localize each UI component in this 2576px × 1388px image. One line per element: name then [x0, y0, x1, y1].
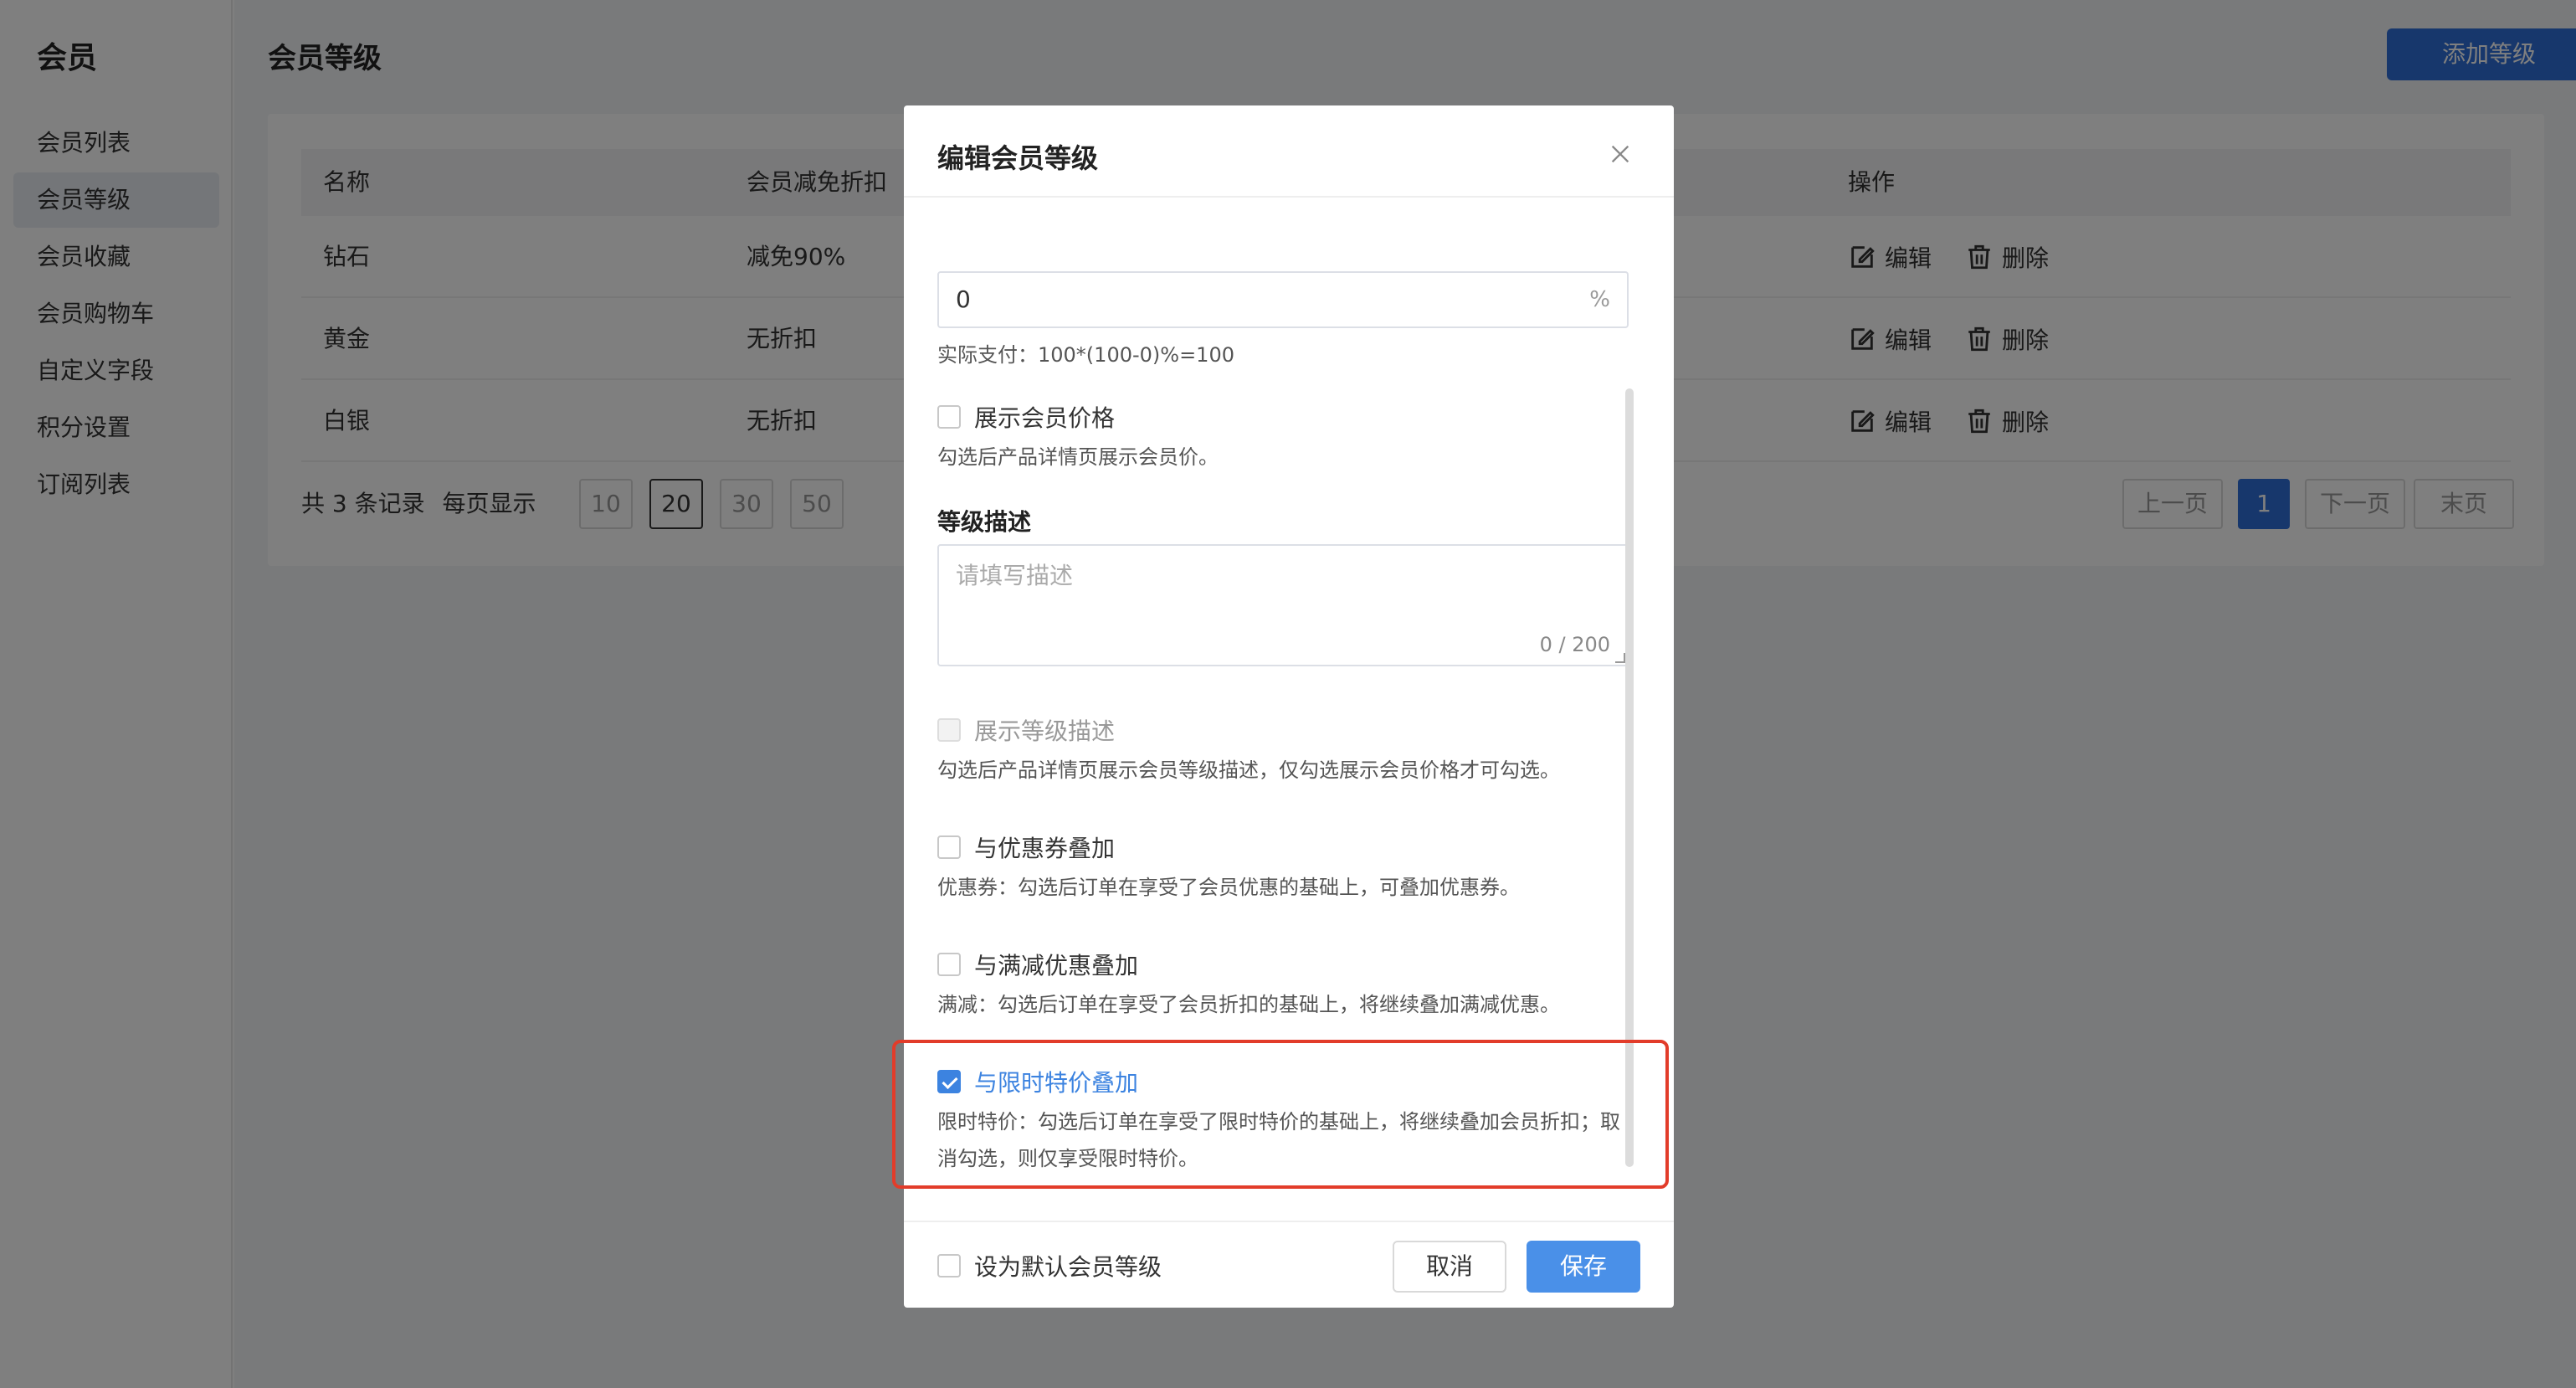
- description-section-title: 等级描述: [937, 508, 1032, 536]
- full-reduction-stack-hint: 满减：勾选后订单在享受了会员折扣的基础上，将继续叠加满减优惠。: [937, 993, 1560, 1016]
- actual-payment-hint: 实际支付：100*(100-0)%=100: [937, 343, 1234, 367]
- show-description-hint: 勾选后产品详情页展示会员等级描述，仅勾选展示会员价格才可勾选。: [937, 758, 1560, 782]
- show-description-checkbox[interactable]: [937, 718, 961, 742]
- show-description-label: 展示等级描述: [974, 717, 1116, 745]
- discount-input-value: 0: [956, 285, 971, 313]
- coupon-stack-option[interactable]: 与优惠券叠加: [937, 830, 1115, 864]
- dialog-header: 编辑会员等级: [904, 105, 1674, 198]
- show-member-price-option[interactable]: 展示会员价格: [937, 400, 1115, 434]
- coupon-stack-hint: 优惠券：勾选后订单在享受了会员优惠的基础上，可叠加优惠券。: [937, 876, 1520, 899]
- show-member-price-checkbox[interactable]: [937, 405, 961, 429]
- show-description-option[interactable]: 展示等级描述: [937, 713, 1115, 747]
- description-placeholder: 请填写描述: [956, 562, 1074, 589]
- coupon-stack-checkbox[interactable]: [937, 835, 961, 859]
- description-textarea[interactable]: 请填写描述 0 / 200: [937, 544, 1629, 666]
- coupon-stack-label: 与优惠券叠加: [974, 835, 1116, 862]
- save-button[interactable]: 保存: [1527, 1241, 1640, 1293]
- full-reduction-stack-label: 与满减优惠叠加: [974, 952, 1139, 979]
- dialog-footer: 设为默认会员等级 取消 保存: [904, 1221, 1674, 1308]
- resize-handle-icon[interactable]: [1615, 653, 1625, 663]
- show-member-price-label: 展示会员价格: [974, 404, 1116, 432]
- highlight-box: [892, 1040, 1669, 1189]
- default-level-checkbox[interactable]: [937, 1254, 961, 1277]
- discount-input[interactable]: 0 %: [937, 271, 1629, 328]
- close-icon[interactable]: [1609, 142, 1632, 166]
- full-reduction-stack-checkbox[interactable]: [937, 953, 961, 976]
- description-counter: 0 / 200: [1539, 633, 1610, 656]
- default-level-label: 设为默认会员等级: [974, 1253, 1162, 1281]
- percent-suffix: %: [1589, 287, 1610, 312]
- cancel-button[interactable]: 取消: [1393, 1241, 1506, 1293]
- full-reduction-stack-option[interactable]: 与满减优惠叠加: [937, 948, 1138, 981]
- show-member-price-hint: 勾选后产品详情页展示会员价。: [937, 445, 1219, 469]
- dialog-title: 编辑会员等级: [937, 142, 1099, 174]
- default-level-option[interactable]: 设为默认会员等级: [937, 1249, 1162, 1283]
